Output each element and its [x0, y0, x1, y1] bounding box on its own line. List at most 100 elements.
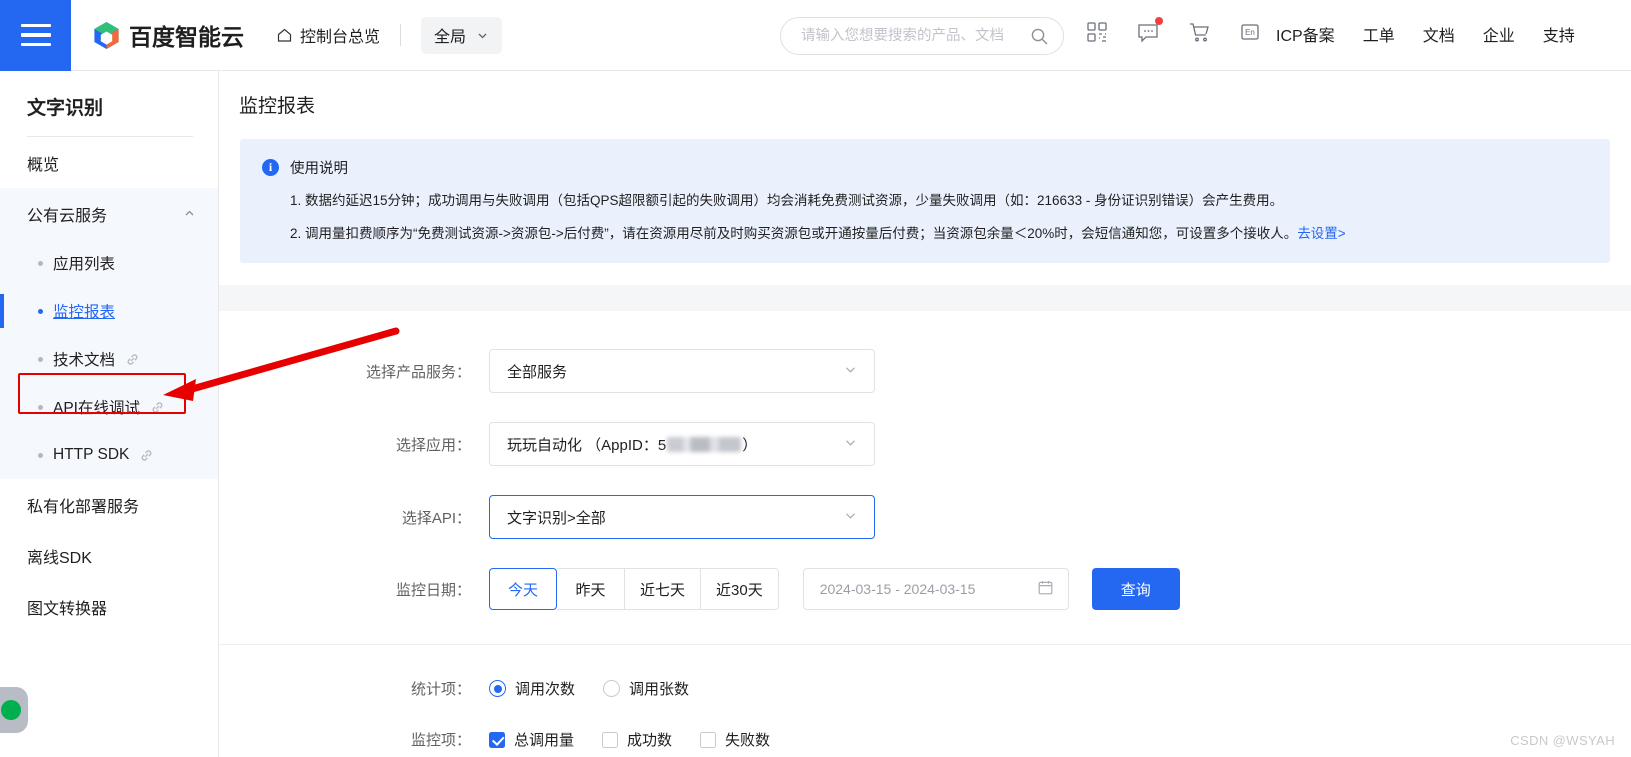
date-range-value: 2024-03-15 - 2024-03-15: [819, 581, 976, 598]
product-select[interactable]: 全部服务: [489, 349, 875, 394]
section-gap: [219, 285, 1631, 312]
search-input[interactable]: [799, 27, 1030, 45]
notice-settings-link[interactable]: 去设置>: [1297, 226, 1345, 241]
console-overview-label: 控制台总览: [300, 29, 381, 46]
sidebar-item-app-list[interactable]: 应用列表: [0, 239, 218, 287]
sidebar-item-api-debug[interactable]: API在线调试: [0, 383, 218, 431]
sidebar-item-monitor-report[interactable]: 监控报表: [0, 287, 218, 335]
form-row-api: 选择API： 文字识别>全部: [219, 495, 1631, 540]
top-header: 百度智能云 控制台总览 全局 请输入您想要搜索的产品、文档 En ICP备案 工…: [0, 0, 1631, 71]
header-link-ticket[interactable]: 工单: [1363, 22, 1395, 46]
scope-selector[interactable]: 全局: [421, 16, 503, 54]
date-preset-7days[interactable]: 近七天: [625, 568, 702, 611]
api-select-value: 文字识别>全部: [507, 509, 606, 527]
sidebar-item-tech-docs[interactable]: 技术文档: [0, 335, 218, 383]
form-row-stat: 统计项： 调用次数 调用张数: [219, 678, 1631, 699]
app-value-prefix: 玩玩自动化 （AppID：5: [507, 436, 667, 454]
hamburger-menu-icon[interactable]: [0, 0, 71, 71]
brand-logo[interactable]: 百度智能云: [93, 18, 244, 52]
checkbox-icon[interactable]: [602, 731, 619, 748]
external-link-icon: [125, 352, 140, 367]
sidebar-title: 文字识别: [27, 98, 104, 119]
app-select[interactable]: 玩玩自动化 （AppID：5 ）: [489, 422, 875, 467]
sidebar-item-converter[interactable]: 图文转换器: [0, 581, 218, 632]
sidebar-group-header[interactable]: 公有云服务: [0, 188, 218, 239]
notice-title: 使用说明: [290, 161, 348, 177]
api-label: 选择API：: [401, 509, 471, 527]
page-title: 监控报表: [239, 96, 316, 117]
language-en-icon[interactable]: En: [1238, 20, 1262, 44]
monitor-option-success-label: 成功数: [627, 732, 673, 750]
redacted-appid: [667, 436, 742, 452]
stat-option-pages[interactable]: 调用张数: [603, 678, 689, 699]
info-icon: i: [262, 159, 279, 176]
calendar-icon[interactable]: [1037, 579, 1054, 599]
product-select-value: 全部服务: [507, 363, 568, 381]
monitor-label: 监控项：: [410, 732, 471, 750]
radio-icon[interactable]: [489, 680, 506, 698]
date-range-input[interactable]: 2024-03-15 - 2024-03-15: [802, 568, 1069, 611]
global-search[interactable]: [780, 17, 1064, 55]
chevron-up-icon[interactable]: [183, 207, 196, 220]
sidebar-item-offline-sdk[interactable]: 离线SDK: [0, 530, 218, 581]
form-separator: [219, 644, 1631, 646]
query-button[interactable]: 查询: [1091, 568, 1180, 611]
notification-badge: [1155, 17, 1163, 25]
monitor-option-total-label: 总调用量: [514, 732, 575, 750]
bullet-icon: [38, 260, 43, 266]
sidebar-item-http-sdk[interactable]: HTTP SDK: [0, 431, 218, 479]
notice-line-2-text: 2. 调用量扣费顺序为“免费测试资源->资源包->后付费”，请在资源用尽前及时购…: [290, 225, 1298, 241]
watermark: CSDN @WSYAH: [1510, 733, 1615, 748]
console-overview-link[interactable]: 控制台总览: [276, 23, 380, 47]
chevron-down-icon: [843, 508, 858, 526]
search-icon[interactable]: [1030, 27, 1049, 46]
checkbox-icon[interactable]: [489, 731, 505, 748]
sidebar-group-label: 公有云服务: [27, 207, 108, 225]
bullet-icon: [38, 308, 43, 314]
monitor-option-total[interactable]: 总调用量: [489, 729, 574, 750]
app-root: 百度智能云 控制台总览 全局 请输入您想要搜索的产品、文档 En ICP备案 工…: [0, 0, 1631, 757]
notice-line-2: 2. 调用量扣费顺序为“免费测试资源->资源包->后付费”，请在资源用尽前及时购…: [262, 224, 1588, 244]
chevron-down-icon: [843, 435, 858, 453]
date-preset-group: 今天 昨天 近七天 近30天: [489, 568, 779, 611]
header-link-enterprise[interactable]: 企业: [1483, 22, 1515, 46]
header-link-docs[interactable]: 文档: [1423, 22, 1455, 46]
radio-icon[interactable]: [603, 680, 621, 698]
app-label: 选择应用：: [395, 436, 471, 454]
stat-option-pages-label: 调用张数: [629, 681, 690, 699]
header-link-icp[interactable]: ICP备案: [1276, 22, 1335, 46]
qrcode-icon[interactable]: [1085, 20, 1109, 44]
floating-status-widget[interactable]: [0, 687, 28, 733]
sidebar-item-overview[interactable]: 概览: [0, 137, 218, 188]
sidebar-item-monitor-report-label: 监控报表: [53, 304, 116, 321]
bullet-icon: [38, 404, 43, 410]
home-icon: [277, 28, 292, 42]
api-select[interactable]: 文字识别>全部: [489, 495, 875, 540]
sidebar-item-private-deploy[interactable]: 私有化部署服务: [0, 479, 218, 530]
date-preset-30days[interactable]: 近30天: [701, 568, 779, 611]
form-row-app: 选择应用： 玩玩自动化 （AppID：5 ）: [219, 422, 1631, 467]
status-dot-icon: [1, 700, 21, 720]
stat-option-calls[interactable]: 调用次数: [489, 678, 575, 699]
stat-label: 统计项：: [410, 681, 471, 699]
date-label: 监控日期：: [395, 581, 471, 599]
checkbox-icon[interactable]: [700, 731, 717, 748]
form-row-date: 监控日期： 今天 昨天 近七天 近30天 2024-03-15 - 2024-0…: [219, 568, 1631, 611]
chevron-down-icon: [843, 362, 858, 380]
sidebar-item-converter-label: 图文转换器: [27, 600, 108, 618]
bullet-icon: [38, 356, 43, 362]
monitor-option-success[interactable]: 成功数: [602, 729, 672, 750]
date-preset-today[interactable]: 今天: [489, 568, 557, 611]
sidebar-item-private-deploy-label: 私有化部署服务: [27, 498, 140, 516]
header-divider: [400, 24, 402, 46]
stat-option-calls-label: 调用次数: [515, 681, 576, 699]
external-link-icon: [139, 448, 154, 463]
message-icon[interactable]: [1136, 17, 1163, 44]
monitor-option-fail[interactable]: 失败数: [700, 729, 770, 750]
chevron-down-icon: [478, 33, 487, 38]
cart-icon[interactable]: [1187, 20, 1211, 44]
date-preset-yesterday[interactable]: 昨天: [557, 568, 625, 611]
sidebar-item-offline-sdk-label: 离线SDK: [27, 549, 92, 567]
header-link-support[interactable]: 支持: [1543, 22, 1575, 46]
app-select-value: 玩玩自动化 （AppID：5 ）: [507, 434, 757, 455]
